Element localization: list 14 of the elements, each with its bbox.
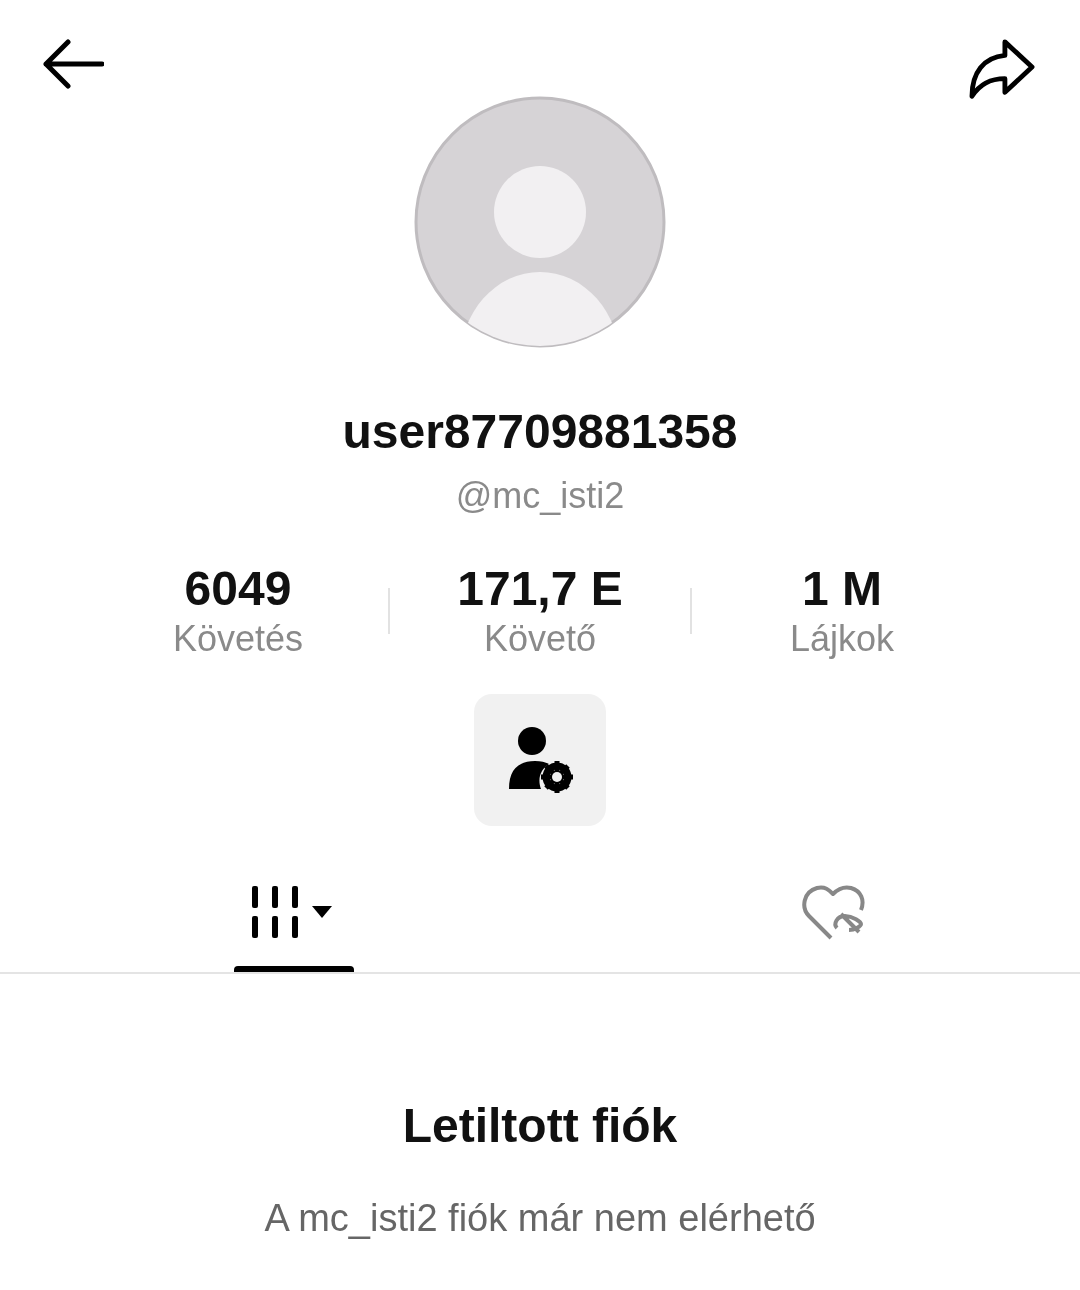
share-icon[interactable] — [968, 38, 1036, 100]
stat-value: 171,7 E — [457, 561, 623, 616]
stat-label: Követés — [172, 618, 304, 660]
stat-label: Lájkok — [789, 618, 895, 660]
username: user87709881358 — [342, 404, 738, 459]
notice-message: A mc_isti2 fiók már nem elérhető — [264, 1197, 816, 1240]
stat-label: Követő — [483, 618, 597, 660]
stat-value: 6049 — [184, 561, 292, 616]
user-handle: @mc_isti2 — [455, 475, 625, 517]
profile-settings-button[interactable] — [474, 694, 606, 826]
back-icon[interactable] — [40, 38, 104, 90]
notice-title: Letiltott fiók — [402, 1098, 678, 1153]
hidden-heart-icon — [801, 884, 867, 942]
stat-value: 1 M — [802, 561, 882, 616]
